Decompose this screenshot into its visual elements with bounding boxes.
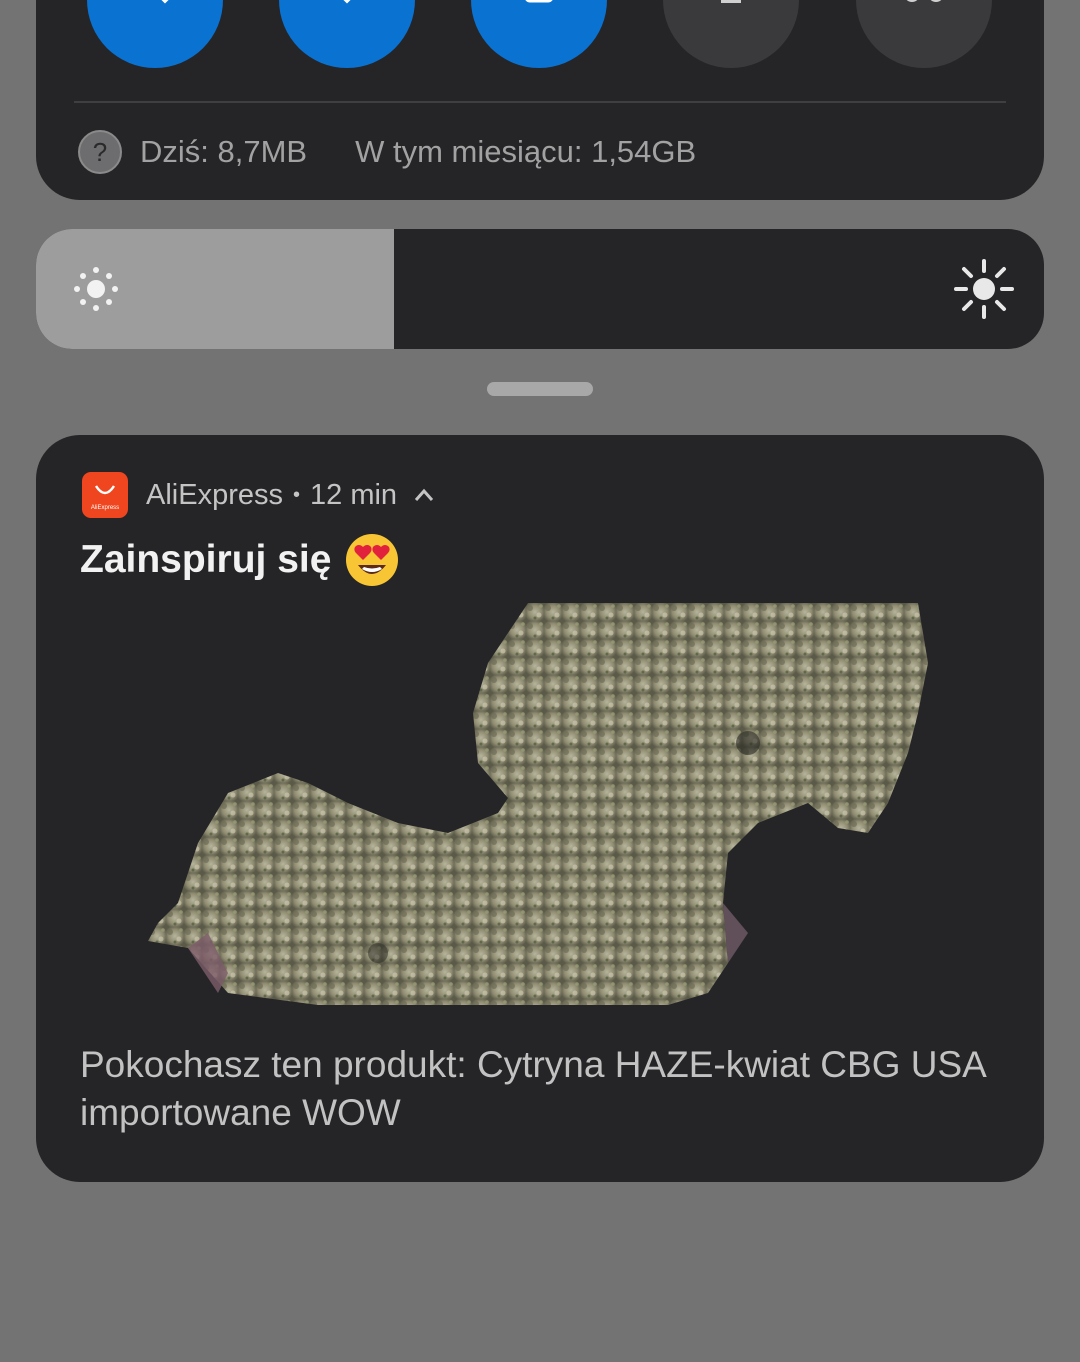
- notification-title: Zainspiruj się: [80, 538, 332, 581]
- mobile-data-toggle[interactable]: [87, 0, 223, 68]
- help-glyph: ?: [92, 136, 108, 167]
- app-name: AliExpress: [146, 478, 283, 511]
- brightness-slider[interactable]: [36, 229, 1044, 349]
- chevron-up-icon[interactable]: [413, 487, 435, 503]
- cast-toggle[interactable]: [663, 0, 799, 68]
- portrait-lock-toggle[interactable]: [471, 0, 607, 68]
- wifi-toggle[interactable]: [279, 0, 415, 68]
- separator-dot: •: [293, 483, 301, 506]
- product-image: [148, 603, 928, 1005]
- notification-card[interactable]: AliExpress AliExpress • 12 min Zainspiru…: [36, 435, 1044, 1182]
- notification-header: AliExpress AliExpress • 12 min: [82, 471, 435, 519]
- shade-drag-handle[interactable]: [487, 382, 593, 396]
- cast-icon: [721, 0, 741, 3]
- brightness-high-icon: [954, 259, 1014, 319]
- notification-title-row: Zainspiruj się: [80, 533, 399, 587]
- aliexpress-app-icon: AliExpress: [82, 472, 128, 518]
- notification-time: 12 min: [310, 478, 398, 511]
- brightness-low-icon: [74, 267, 118, 311]
- link-icon: [906, 0, 942, 2]
- data-usage-row[interactable]: ? Dziś: 8,7MB W tym miesiącu: 1,54GB: [78, 130, 696, 174]
- link-toggle[interactable]: [856, 0, 992, 68]
- portrait-lock-icon: [525, 0, 553, 3]
- notification-body: Pokochasz ten produkt: Cytryna HAZE-kwia…: [80, 1044, 985, 1133]
- mobile-data-icon: [142, 0, 169, 4]
- data-month: W tym miesiącu: 1,54GB: [355, 134, 697, 169]
- app-icon-label: AliExpress: [90, 505, 120, 511]
- help-icon[interactable]: ?: [78, 130, 122, 174]
- data-today: Dziś: 8,7MB: [140, 134, 308, 169]
- wifi-icon: [343, 0, 351, 4]
- divider: [74, 101, 1006, 103]
- heart-eyes-emoji: [346, 534, 399, 586]
- quick-settings-panel: ? Dziś: 8,7MB W tym miesiącu: 1,54GB: [36, 0, 1044, 200]
